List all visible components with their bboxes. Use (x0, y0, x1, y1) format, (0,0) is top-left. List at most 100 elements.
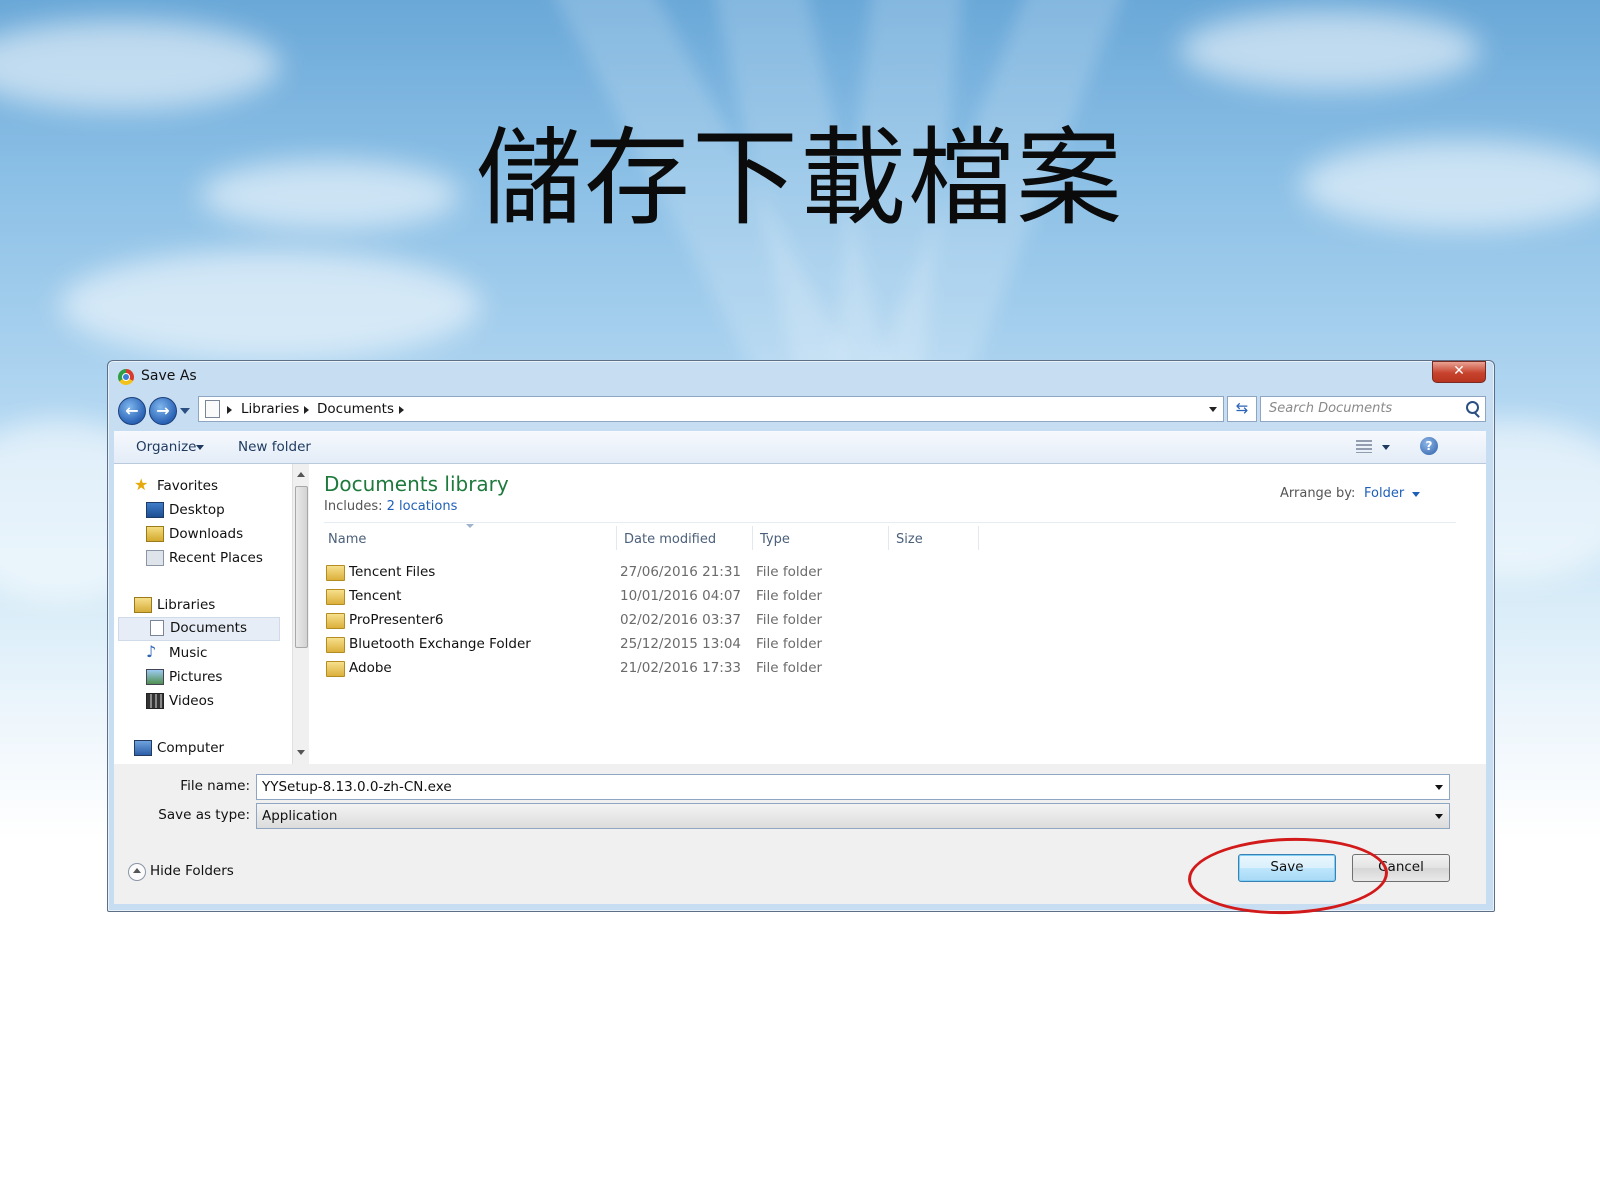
row-type: File folder (756, 588, 823, 604)
libraries-icon (134, 597, 152, 613)
folder-icon (326, 589, 345, 605)
save-as-type-label: Save as type: (158, 807, 250, 823)
videos-icon (146, 693, 164, 709)
row-name: Bluetooth Exchange Folder (349, 636, 531, 652)
dialog-titlebar: Save As ✕ (108, 361, 1494, 391)
chevron-up-icon (128, 863, 146, 881)
folder-icon (326, 637, 345, 653)
pictures-icon (146, 669, 164, 685)
help-icon[interactable]: ? (1420, 437, 1438, 455)
save-as-type-value: Application (262, 808, 338, 824)
sidebar-item-label: Documents (170, 620, 247, 636)
breadcrumb-libraries[interactable]: Libraries (241, 401, 299, 417)
sidebar-item-label: Recent Places (169, 550, 263, 566)
row-type: File folder (756, 564, 823, 580)
scroll-down-icon[interactable] (297, 750, 305, 755)
new-folder-button[interactable]: New folder (238, 439, 311, 455)
file-name-field[interactable]: YYSetup-8.13.0.0-zh-CN.exe (256, 774, 1450, 800)
save-as-type-select[interactable]: Application (256, 803, 1450, 829)
chevron-down-icon[interactable] (1435, 785, 1443, 790)
row-date: 21/02/2016 17:33 (620, 660, 742, 676)
table-row[interactable]: Adobe 21/02/2016 17:33 File folder (324, 658, 844, 680)
arrange-by-label: Arrange by: (1280, 486, 1356, 501)
dialog-body: ★ Favorites Desktop Downloads Recent Pla… (114, 464, 1486, 764)
table-row[interactable]: ProPresenter6 02/02/2016 03:37 File fold… (324, 610, 844, 632)
command-toolbar: Organize New folder ? (114, 431, 1486, 464)
column-header-type[interactable]: Type (760, 532, 790, 547)
document-icon (205, 400, 220, 418)
recent-locations-dropdown-icon[interactable] (180, 408, 190, 414)
table-row[interactable]: Bluetooth Exchange Folder 25/12/2015 13:… (324, 634, 844, 656)
refresh-icon[interactable]: ⇆ (1227, 396, 1257, 422)
hide-folders-label: Hide Folders (150, 863, 234, 879)
navigation-scrollbar[interactable] (292, 464, 309, 764)
table-row[interactable]: Tencent 10/01/2016 04:07 File folder (324, 586, 844, 608)
navigation-pane: ★ Favorites Desktop Downloads Recent Pla… (114, 464, 292, 764)
sidebar-item-label: Computer (157, 740, 225, 756)
save-as-dialog: Save As ✕ ← → Libraries Documents ⇆ Sear… (107, 360, 1495, 912)
forward-arrow-icon[interactable]: → (149, 397, 177, 425)
table-row[interactable]: Tencent Files 27/06/2016 21:31 File fold… (324, 562, 844, 584)
file-name-label: File name: (180, 778, 250, 794)
sort-indicator-icon (466, 524, 474, 528)
computer-icon (134, 740, 152, 756)
chevron-right-icon[interactable] (227, 406, 232, 414)
recent-places-icon (146, 550, 164, 566)
row-name: Tencent Files (349, 564, 436, 580)
includes-label: Includes: (324, 499, 383, 514)
sidebar-item-label: Favorites (157, 478, 218, 494)
arrange-by-dropdown[interactable]: Folder (1364, 486, 1404, 501)
breadcrumb-documents[interactable]: Documents (317, 401, 394, 417)
organize-dropdown-icon[interactable] (196, 445, 204, 450)
chevron-down-icon[interactable] (1435, 814, 1443, 819)
library-includes: Includes: 2 locations (324, 499, 457, 514)
sidebar-item-label: Videos (169, 693, 214, 709)
chevron-down-icon[interactable] (1412, 492, 1420, 497)
close-button[interactable]: ✕ (1432, 361, 1486, 383)
column-separator[interactable] (978, 526, 979, 550)
locations-link[interactable]: 2 locations (387, 499, 458, 514)
back-arrow-icon[interactable]: ← (118, 397, 146, 425)
sidebar-item-label: Libraries (157, 597, 216, 613)
row-type: File folder (756, 612, 823, 628)
documents-icon (150, 620, 164, 636)
downloads-icon (146, 526, 164, 542)
address-dropdown-icon[interactable] (1209, 407, 1217, 412)
column-separator[interactable] (752, 526, 753, 550)
column-header-size[interactable]: Size (896, 532, 923, 547)
column-header-date-modified[interactable]: Date modified (624, 532, 716, 547)
row-date: 27/06/2016 21:31 (620, 564, 742, 580)
search-input[interactable]: Search Documents (1260, 396, 1486, 422)
library-title: Documents library (324, 472, 509, 496)
chrome-icon (118, 369, 134, 385)
row-name: Tencent (349, 588, 402, 604)
file-name-value: YYSetup-8.13.0.0-zh-CN.exe (262, 779, 452, 795)
row-type: File folder (756, 660, 823, 676)
search-icon[interactable] (1466, 401, 1479, 414)
sidebar-item-label: Downloads (169, 526, 244, 542)
search-placeholder: Search Documents (1269, 401, 1393, 416)
row-date: 25/12/2015 13:04 (620, 636, 742, 652)
row-date: 02/02/2016 03:37 (620, 612, 742, 628)
chevron-right-icon[interactable] (399, 406, 404, 414)
column-header-name[interactable]: Name (328, 532, 366, 547)
slide-title: 儲存下載檔案 (476, 117, 1124, 240)
header-divider (324, 522, 1456, 523)
navigation-bar: ← → Libraries Documents ⇆ Search Documen… (114, 393, 1486, 427)
sidebar-item-documents[interactable]: Documents (118, 617, 280, 641)
dialog-title: Save As (141, 368, 197, 384)
scroll-up-icon[interactable] (297, 472, 305, 477)
view-dropdown-icon[interactable] (1382, 445, 1390, 450)
address-bar[interactable]: Libraries Documents (198, 396, 1224, 422)
scrollbar-thumb[interactable] (295, 486, 308, 648)
chevron-right-icon[interactable] (304, 406, 309, 414)
row-type: File folder (756, 636, 823, 652)
row-date: 10/01/2016 04:07 (620, 588, 742, 604)
row-name: ProPresenter6 (349, 612, 444, 628)
column-separator[interactable] (888, 526, 889, 550)
organize-button[interactable]: Organize (136, 439, 196, 455)
sidebar-item-label: Desktop (169, 502, 225, 518)
column-separator[interactable] (616, 526, 617, 550)
change-view-icon[interactable] (1356, 440, 1372, 453)
folder-icon (326, 661, 345, 677)
